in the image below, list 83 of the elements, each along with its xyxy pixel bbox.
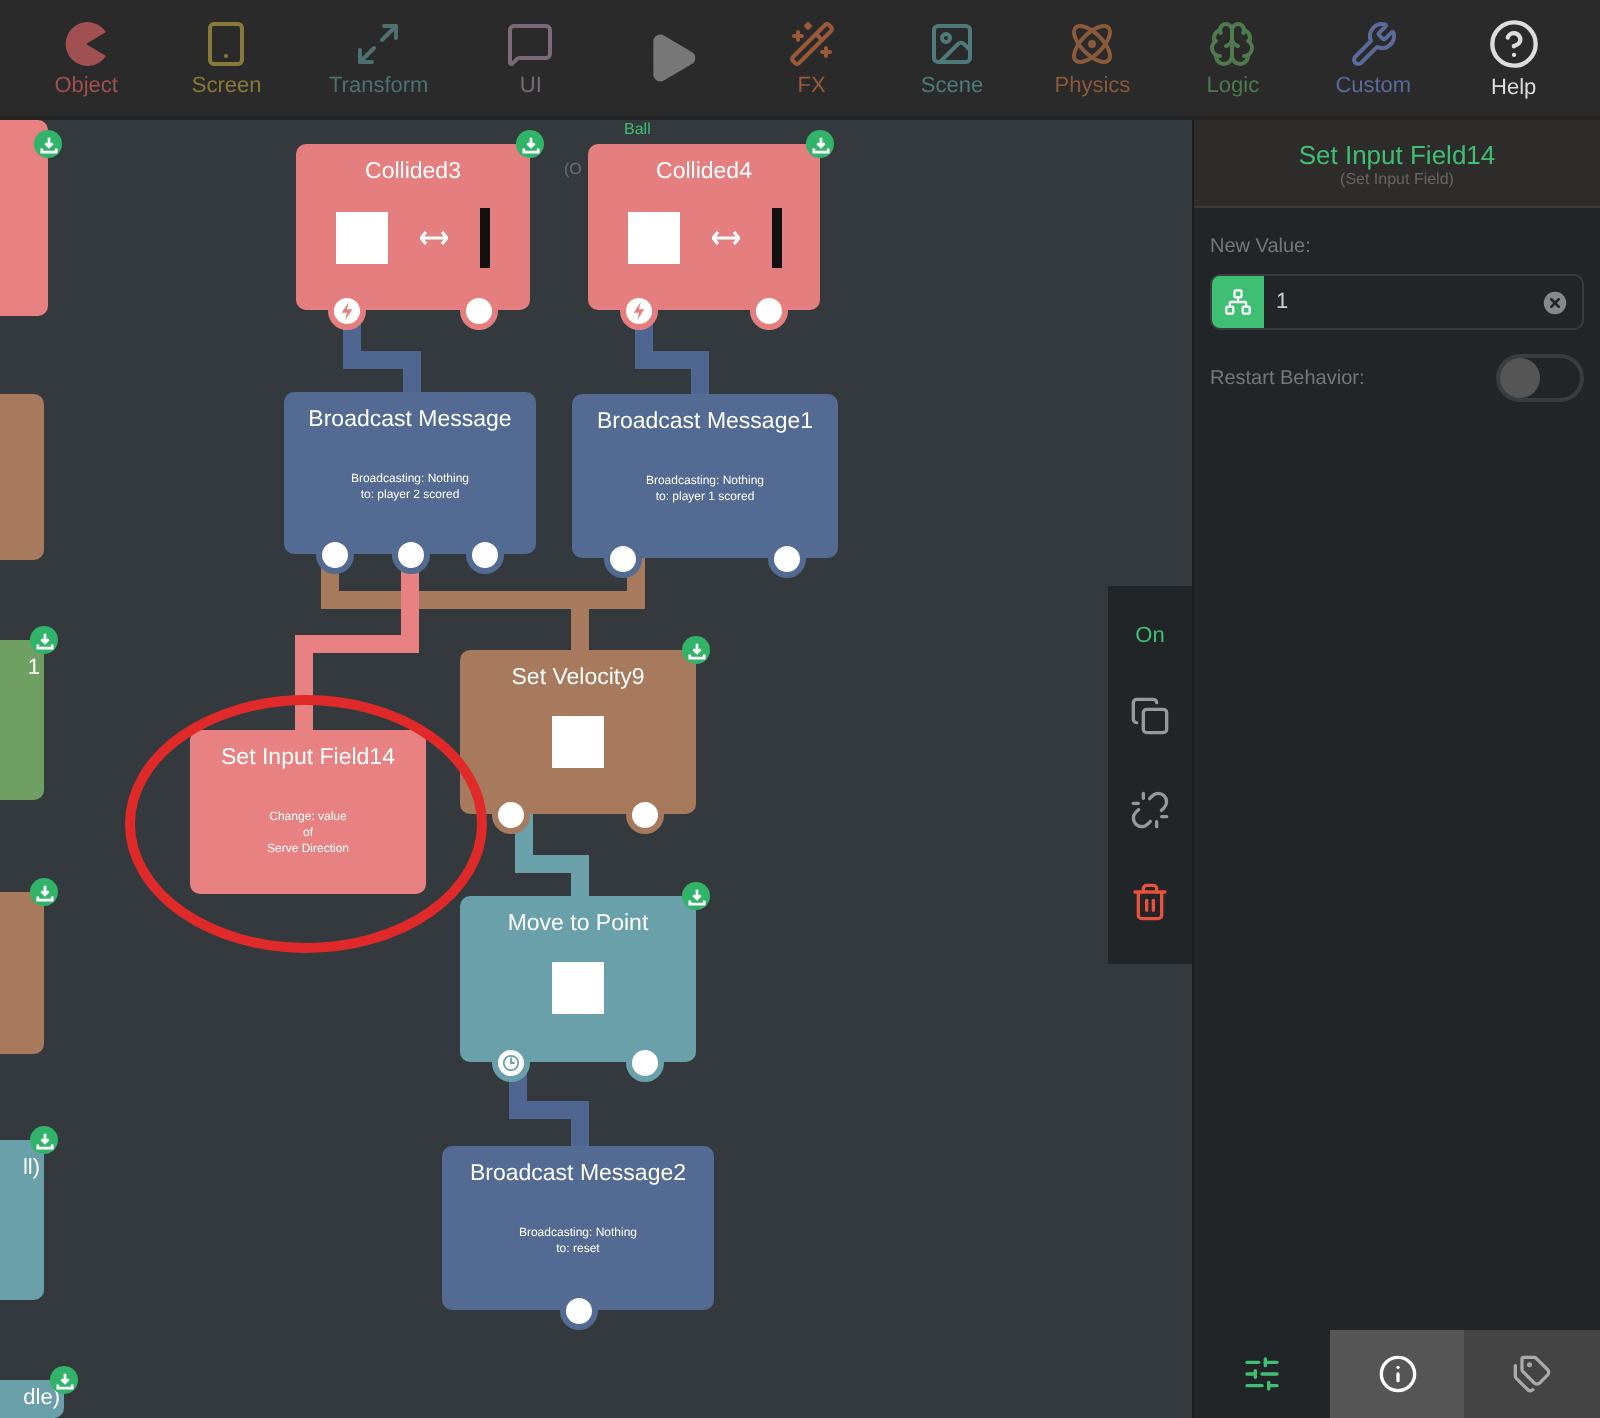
connection-port[interactable] [466, 536, 504, 574]
panel-title: Set Input Field14 [1298, 139, 1496, 169]
brain-icon [1208, 19, 1257, 67]
node-title: Broadcast Message2 [469, 1162, 687, 1186]
restart-switch[interactable] [1496, 354, 1584, 402]
paddle-bar [771, 208, 781, 268]
object-square [552, 962, 604, 1014]
object-square [552, 716, 604, 768]
clock-icon [502, 1054, 520, 1072]
node-title: Collided3 [365, 160, 461, 184]
behavior-node[interactable] [0, 120, 48, 316]
node-title: Broadcast Message [308, 408, 512, 432]
paddle-bar [480, 208, 490, 268]
wand-icon [787, 19, 836, 67]
connection-port[interactable] [768, 540, 806, 578]
status-toggle[interactable]: On [1135, 624, 1165, 649]
connection-port[interactable] [460, 292, 498, 330]
toolbar-button[interactable]: Scene [902, 11, 1003, 105]
connection-port[interactable] [750, 292, 788, 330]
speech-bubble-icon [506, 19, 555, 67]
behavior-node[interactable] [0, 892, 44, 1054]
download-badge[interactable] [682, 882, 710, 910]
double-arrow-icon [420, 230, 448, 246]
field-label: Restart Behavior: [1210, 367, 1365, 389]
field-label: New Value: [1210, 236, 1313, 258]
toolbar-button[interactable]: Physics [1042, 11, 1143, 105]
toolbar-button[interactable]: Object [36, 11, 137, 105]
panel-subtitle: (Set Input Field) [1340, 169, 1454, 187]
toolbar-button[interactable]: Logic [1182, 11, 1283, 105]
behavior-node[interactable]: dle) [0, 1380, 64, 1418]
behavior-node[interactable]: Collided4 [588, 144, 820, 310]
node-title: 1 [27, 656, 40, 680]
node-title: Set Velocity9 [511, 666, 645, 690]
lightning-icon [338, 302, 356, 320]
node-title: ll) [22, 1156, 40, 1180]
download-badge[interactable] [30, 878, 58, 906]
pacman-icon [62, 19, 111, 67]
download-badge[interactable] [30, 626, 58, 654]
behavior-node[interactable]: ll) [0, 1140, 44, 1300]
node-title: Broadcast Message1 [596, 410, 814, 434]
object-square [336, 212, 388, 264]
value-field[interactable]: 1 [1210, 274, 1584, 330]
behavior-node[interactable] [0, 394, 44, 560]
clear-icon[interactable] [1540, 287, 1570, 317]
expand-icon [354, 19, 403, 67]
toolbar-button[interactable]: Screen [176, 11, 277, 105]
download-badge[interactable] [806, 130, 834, 158]
node-title: dle) [23, 1386, 60, 1410]
help-icon [1487, 17, 1540, 69]
download-badge[interactable] [30, 1126, 58, 1154]
toolbar-button[interactable]: Custom [1323, 11, 1424, 105]
behavior-node[interactable]: 1 [0, 640, 44, 800]
toolbar-button[interactable]: FX [761, 11, 862, 105]
tags-tab[interactable] [1464, 1330, 1600, 1418]
hierarchy-icon [1224, 288, 1252, 316]
info-icon [1377, 1354, 1417, 1394]
tags-icon [1512, 1354, 1553, 1394]
behavior-node[interactable]: Collided3 [296, 144, 530, 310]
atom-icon [1068, 19, 1117, 67]
object-square [627, 212, 679, 264]
object-label: (O [564, 160, 582, 178]
toolbar-button[interactable]: Help [1463, 9, 1564, 107]
toolbar-button[interactable]: Transform [317, 11, 441, 105]
behavior-node[interactable]: Set Velocity9 [460, 650, 696, 814]
toolbar-button[interactable]: UI [480, 11, 581, 105]
image-icon [928, 19, 977, 67]
behavior-node[interactable]: Move to Point [460, 896, 696, 1062]
info-tab[interactable] [1329, 1330, 1465, 1418]
double-arrow-icon [711, 230, 739, 246]
sliders-icon [1241, 1354, 1282, 1394]
connector-wire [515, 814, 589, 896]
object-label: Ball [624, 120, 651, 138]
node-title: Move to Point [507, 912, 649, 936]
wrench-icon [1349, 19, 1398, 67]
download-badge[interactable] [34, 130, 62, 158]
connection-port[interactable] [626, 796, 664, 834]
lightning-icon [630, 302, 648, 320]
download-badge[interactable] [682, 636, 710, 664]
node-title: Set Input Field14 [221, 746, 395, 770]
node-title: Collided4 [656, 160, 752, 184]
download-badge[interactable] [516, 130, 544, 158]
connection-port[interactable] [626, 1044, 664, 1082]
value-input[interactable]: 1 [1264, 290, 1540, 314]
